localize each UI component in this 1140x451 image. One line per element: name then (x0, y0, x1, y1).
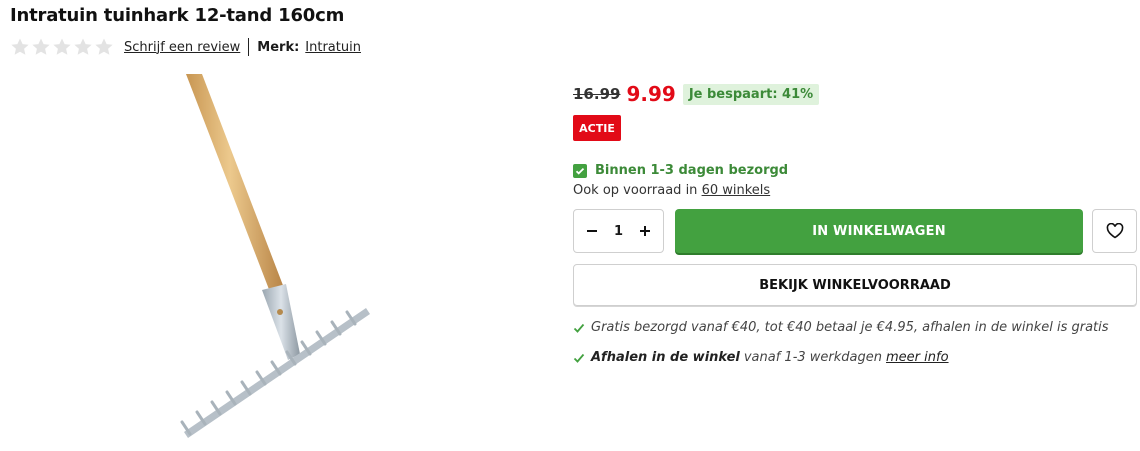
star-icon (95, 38, 113, 55)
star-icon (53, 38, 71, 55)
brand-label: Merk: (257, 39, 300, 55)
pickup-usp-text: vanaf 1-3 werkdagen (743, 350, 883, 365)
old-price: 16.99 (573, 85, 621, 103)
pickup-usp: Afhalen in de winkel vanaf 1-3 werkdagen… (573, 350, 949, 365)
star-icon (74, 38, 92, 55)
minus-icon (587, 230, 597, 232)
wishlist-button[interactable] (1092, 209, 1137, 253)
check-icon (573, 353, 585, 363)
divider (248, 38, 250, 56)
write-review-link[interactable]: Schrijf een review (124, 40, 240, 55)
delivery-status: Binnen 1-3 dagen bezorgd (573, 163, 788, 178)
add-to-cart-button[interactable]: IN WINKELWAGEN (675, 209, 1083, 253)
rating-brand-row: Schrijf een review Merk: Intratuin (10, 37, 361, 57)
savings-badge: Je bespaart: 41% (682, 83, 820, 105)
price-row: 16.99 9.99 Je bespaart: 41% (573, 82, 820, 106)
check-icon (573, 323, 585, 333)
quantity-stepper: 1 (573, 209, 664, 253)
checkbox-checked-icon (573, 163, 587, 178)
heart-icon (1106, 223, 1123, 239)
stock-prefix: Ook op voorraad in (573, 183, 698, 198)
shipping-usp: Gratis bezorgd vanaf €40, tot €40 betaal… (573, 320, 1109, 335)
plus-icon (639, 226, 650, 236)
stores-link[interactable]: 60 winkels (702, 183, 771, 198)
quantity-value[interactable]: 1 (614, 224, 623, 239)
store-stock-info: Ook op voorraad in 60 winkels (573, 183, 770, 198)
shipping-usp-text: Gratis bezorgd vanaf €40, tot €40 betaal… (591, 320, 1109, 335)
more-info-link[interactable]: meer info (886, 350, 949, 365)
sale-price: 9.99 (626, 82, 676, 106)
sale-badge: ACTIE (573, 115, 621, 141)
star-icon (11, 38, 29, 55)
star-icon (32, 38, 50, 55)
view-store-stock-button[interactable]: BEKIJK WINKELVOORRAAD (573, 264, 1137, 306)
product-title: Intratuin tuinhark 12-tand 160cm (10, 5, 345, 26)
brand-link[interactable]: Intratuin (305, 40, 361, 55)
increase-quantity-button[interactable] (635, 221, 655, 241)
delivery-text: Binnen 1-3 dagen bezorgd (595, 163, 789, 178)
decrease-quantity-button[interactable] (582, 221, 602, 241)
product-image[interactable] (170, 72, 385, 444)
rating-stars[interactable] (10, 37, 114, 57)
pickup-usp-strong: Afhalen in de winkel (591, 350, 740, 365)
